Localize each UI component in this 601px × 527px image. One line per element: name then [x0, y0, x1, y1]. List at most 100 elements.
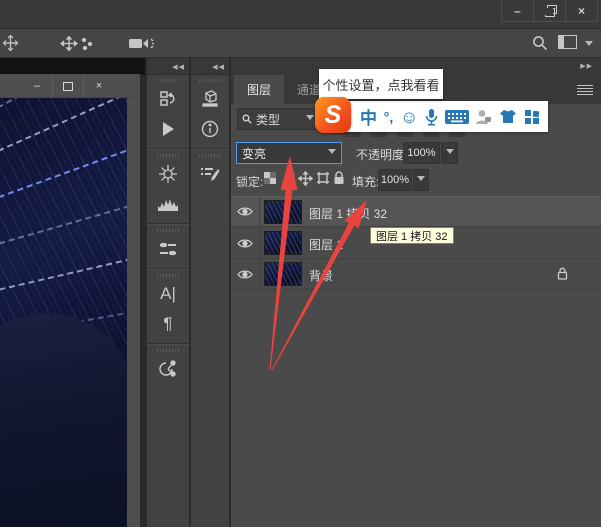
fill-dropdown-button[interactable] [413, 169, 429, 191]
wheel-icon[interactable] [147, 159, 189, 189]
collapse-arrows-icon: ◀◀ [212, 64, 225, 71]
layer-name[interactable]: 图层 1 [309, 236, 343, 253]
punctuation-icon[interactable]: °, [384, 109, 394, 125]
doc-maximize-button[interactable] [52, 76, 83, 96]
panel-gripper[interactable] [199, 154, 221, 157]
document-titlebar[interactable]: – × [0, 74, 140, 98]
lock-artboard-icon[interactable] [316, 171, 330, 185]
lock-all-icon[interactable] [333, 171, 345, 185]
character-panel-icon[interactable]: A| [147, 279, 189, 309]
panel-gripper[interactable] [199, 79, 221, 82]
3d-icon[interactable] [191, 84, 229, 114]
video-camera-icon[interactable] [128, 37, 156, 50]
collapse-arrows-icon: ◀◀ [172, 64, 185, 71]
close-button[interactable]: × [565, 0, 597, 21]
light-streak [0, 240, 127, 295]
hidden-filter-icon[interactable] [397, 132, 413, 137]
history-icon[interactable] [147, 84, 189, 114]
emoji-icon[interactable]: ☺ [400, 108, 418, 126]
sogou-logo-letter: S [324, 100, 342, 129]
lock-paint-icon[interactable] [281, 171, 295, 185]
panel-menu-icon[interactable] [577, 85, 593, 96]
histogram-icon[interactable] [147, 189, 189, 219]
restore-icon [544, 4, 557, 17]
light-streak [0, 98, 127, 160]
blend-mode-value: 变亮 [242, 146, 267, 161]
visibility-toggle[interactable] [231, 197, 260, 226]
minimize-icon: – [514, 3, 521, 18]
lock-label: 锁定: [236, 175, 264, 189]
chevron-down-icon [306, 114, 314, 124]
skin-shirt-icon[interactable] [499, 109, 517, 124]
layer-row-background[interactable]: 背景 [231, 259, 601, 290]
layer-name[interactable]: 图层 1 拷贝 32 [309, 205, 387, 222]
document-image[interactable] [0, 98, 127, 527]
info-icon[interactable] [191, 114, 229, 144]
selection-corner [297, 201, 301, 205]
fill-label: 填充: [352, 175, 380, 189]
microphone-icon[interactable] [425, 108, 438, 126]
fill-value: 100% [380, 174, 410, 186]
workspace-switcher-icon[interactable] [558, 35, 577, 49]
ime-promo-bubble[interactable]: 个性设置，点我看看 [319, 69, 443, 99]
window-controls: – × [501, 0, 598, 22]
sogou-logo[interactable]: S [315, 97, 351, 133]
layer-thumbnail[interactable] [264, 231, 302, 255]
panel-gripper[interactable] [157, 79, 179, 82]
restore-button[interactable] [533, 0, 565, 21]
layer-thumbnail[interactable] [264, 262, 302, 286]
visibility-toggle[interactable] [231, 228, 260, 258]
lock-move-icon[interactable] [298, 171, 313, 186]
brush-presets-icon[interactable] [191, 159, 229, 189]
lock-transparent-icon[interactable] [263, 171, 277, 185]
fill-value-field[interactable]: 100% [378, 169, 412, 191]
blend-mode-dropdown[interactable]: 变亮 [236, 142, 342, 164]
light-streak [0, 354, 127, 385]
pan-cross-icon[interactable] [3, 35, 18, 51]
search-icon [242, 114, 252, 124]
minimize-button[interactable]: – [502, 0, 533, 21]
tab-layers[interactable]: 图层 [234, 75, 284, 104]
doc-close-button[interactable]: × [83, 76, 114, 96]
account-icon[interactable] [475, 109, 492, 125]
document-window-controls: – × [22, 76, 114, 96]
node-graph-icon[interactable] [147, 354, 189, 384]
panel-dock-column-1: ◀◀ A| ¶ [147, 58, 189, 527]
panel-gripper[interactable] [157, 274, 179, 277]
visibility-toggle[interactable] [231, 259, 260, 289]
doc-minimize-button[interactable]: – [22, 76, 52, 96]
chevron-down-icon[interactable] [585, 41, 593, 50]
hidden-filter-icon[interactable] [423, 132, 439, 137]
opacity-value-field[interactable]: 100% [403, 142, 440, 164]
dock-divider [191, 148, 229, 150]
layer-name[interactable]: 背景 [309, 267, 333, 284]
soft-keyboard-icon[interactable] [444, 109, 469, 125]
move-3d-icon[interactable] [60, 36, 94, 51]
layer-row-selected[interactable]: 图层 1 拷贝 32 [231, 196, 601, 227]
light-streak [0, 183, 127, 250]
panel-gripper[interactable] [157, 349, 179, 352]
layer-thumbnail[interactable] [264, 200, 302, 224]
eye-icon [237, 207, 253, 216]
actions-play-icon[interactable] [147, 114, 189, 144]
panel-gripper[interactable] [157, 154, 179, 157]
paragraph-panel-icon[interactable]: ¶ [147, 309, 189, 339]
dock-collapse-header[interactable]: ◀◀ [147, 58, 189, 75]
dock-collapse-header[interactable]: ◀◀ [191, 58, 229, 75]
layer-filter-dropdown[interactable]: 类型 [237, 108, 319, 130]
opacity-dropdown-button[interactable] [441, 142, 458, 164]
hidden-filter-icon[interactable] [371, 132, 387, 137]
app-titlebar: – × [0, 0, 601, 29]
layer-name-tooltip: 图层 1 拷贝 32 [370, 227, 454, 244]
hidden-filter-icon[interactable] [345, 132, 361, 137]
chinese-mode-icon[interactable]: 中 [360, 104, 377, 129]
panel-gripper[interactable] [157, 229, 179, 232]
ime-toolbar: 中 °, ☺ [330, 101, 548, 132]
brush-settings-icon[interactable] [147, 234, 189, 264]
opacity-value: 100% [407, 147, 436, 159]
toolbox-grid-icon[interactable] [524, 109, 540, 125]
eye-icon [237, 239, 253, 247]
selection-corner [265, 219, 269, 223]
hidden-filter-icon[interactable] [449, 132, 465, 137]
search-icon[interactable] [532, 35, 548, 51]
